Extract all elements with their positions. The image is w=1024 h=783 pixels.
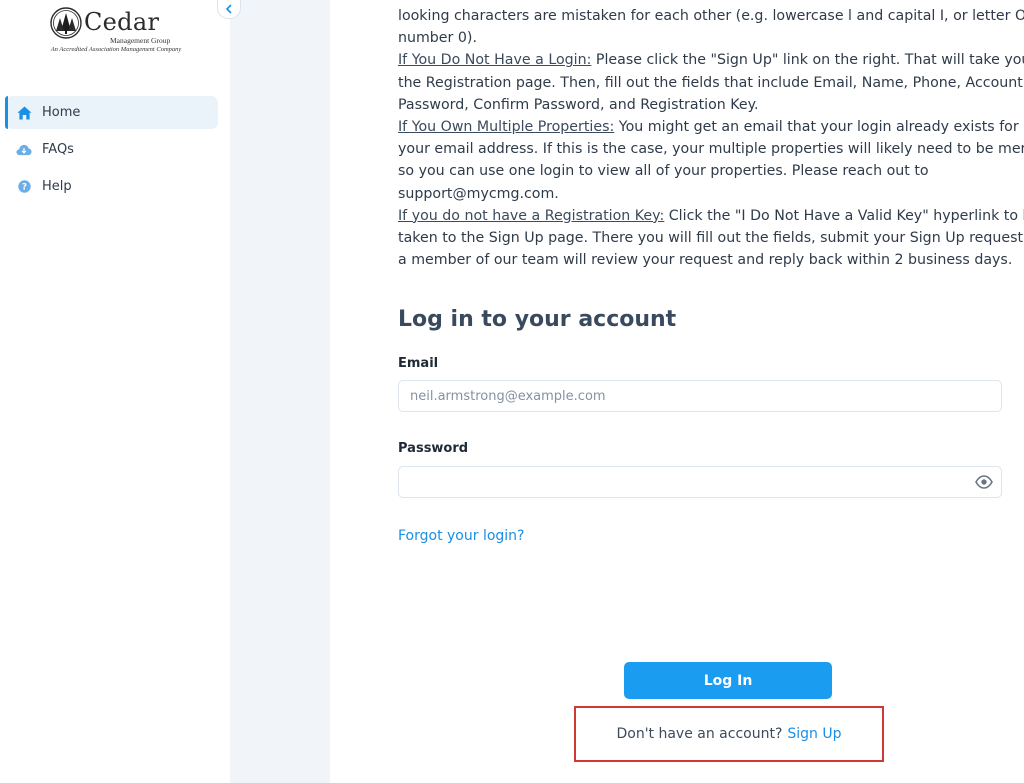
instructions-line: taken to the Sign Up page. There you wil… [398, 230, 1024, 247]
svg-text:?: ? [21, 183, 26, 193]
sidebar-item-label: Home [42, 105, 81, 120]
instructions-line: Password, Confirm Password, and Registra… [398, 96, 759, 113]
sidebar-item-label: Help [42, 179, 72, 194]
main-panel: looking characters are mistaken for each… [330, 0, 1024, 783]
no-key-text: Click the "I Do Not Have a Valid Key" hy… [664, 207, 1024, 224]
multiple-properties-heading: If You Own Multiple Properties: [398, 119, 615, 136]
no-key-heading: If you do not have a Registration Key: [398, 207, 665, 224]
instructions-line: number 0). [398, 30, 477, 47]
password-label: Password [398, 441, 469, 456]
brand-subname: Management Group [110, 36, 171, 45]
no-login-heading: If You Do Not Have a Login: [398, 52, 592, 69]
instructions-line: your email address. If this is the case,… [398, 141, 1024, 158]
sidebar-item-faqs[interactable]: FAQs [5, 133, 218, 166]
question-icon: ? [16, 179, 32, 195]
chevron-left-icon [225, 4, 232, 14]
login-title: Log in to your account [398, 307, 677, 332]
cloud-icon [16, 142, 32, 158]
signup-prompt: Don't have an account? Sign Up [574, 706, 884, 762]
no-login-paragraph: If You Do Not Have a Login: Please click… [398, 49, 1024, 71]
brand-logo[interactable]: Cedar Management Group An Accredited Ass… [46, 4, 186, 56]
instructions-line: the Registration page. Then, fill out th… [398, 74, 1024, 91]
instructions-line: a member of our team will review your re… [398, 252, 1013, 269]
instructions-line: looking characters are mistaken for each… [398, 8, 1024, 24]
support-email: support@mycmg.com. [398, 185, 559, 202]
multiple-properties-paragraph: If You Own Multiple Properties: You migh… [398, 116, 1024, 138]
no-key-paragraph: If you do not have a Registration Key: C… [398, 205, 1024, 227]
multiple-properties-text: You might get an email that your login a… [614, 119, 1019, 136]
instructions: looking characters are mistaken for each… [398, 0, 1024, 271]
sidebar-item-home[interactable]: Home [5, 96, 218, 129]
brand-name: Cedar [84, 8, 160, 36]
tree-emblem-icon [50, 7, 82, 39]
sidebar-item-label: FAQs [42, 142, 74, 157]
background-gutter [230, 0, 330, 783]
password-field[interactable] [398, 466, 1002, 498]
signup-prompt-text: Don't have an account? [616, 726, 783, 742]
brand-tagline: An Accredited Association Management Com… [50, 46, 182, 53]
sidebar: Cedar Management Group An Accredited Ass… [0, 0, 230, 783]
forgot-login-link[interactable]: Forgot your login? [398, 528, 525, 544]
collapse-sidebar-button[interactable] [217, 0, 241, 19]
sign-up-link[interactable]: Sign Up [787, 726, 841, 742]
sidebar-nav: Home FAQs ? Help [5, 96, 218, 207]
email-label: Email [398, 356, 439, 371]
home-icon [16, 105, 32, 121]
sidebar-item-help[interactable]: ? Help [5, 170, 218, 203]
email-field[interactable] [398, 380, 1002, 412]
show-password-icon[interactable] [975, 475, 993, 489]
instructions-line: so you can use one login to view all of … [398, 163, 929, 180]
log-in-button[interactable]: Log In [624, 662, 832, 699]
no-login-text: Please click the "Sign Up" link on the r… [591, 52, 1024, 69]
